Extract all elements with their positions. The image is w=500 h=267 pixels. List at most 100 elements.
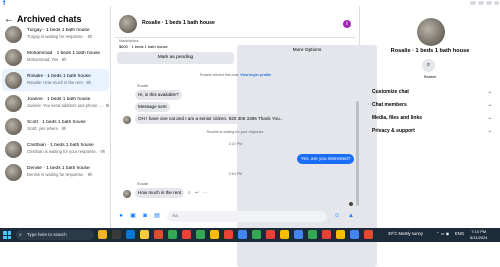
taskbar-app-icon[interactable] (364, 230, 373, 239)
row-label: Media, files and links (372, 115, 423, 121)
avatar (5, 140, 22, 158)
seen-indicator (349, 202, 353, 206)
chrome-icon[interactable] (266, 230, 275, 239)
customize-chat-row[interactable]: Customize chat ⌄ (372, 87, 492, 97)
avatar (5, 117, 22, 135)
clock-time: 7:10 PM (471, 229, 487, 234)
avatar (5, 94, 22, 112)
chrome-icon[interactable] (252, 230, 261, 239)
row-label: Customize chat (372, 89, 409, 95)
chrome-icon[interactable] (294, 230, 303, 239)
incoming-message: Hi, is this available? (135, 90, 182, 100)
clock-date: 8/11/2024 (470, 234, 488, 240)
gif-icon[interactable]: ▤ (153, 212, 161, 220)
started-note-text: Rosalie started this chat. (199, 73, 240, 77)
incoming-message: Message sent (135, 102, 170, 112)
taskbar-search-input[interactable]: ⌕ Type here to search (16, 230, 94, 240)
taskbar-app-icon[interactable] (154, 230, 163, 239)
chat-list-item[interactable]: Scott · 1 beds 1 bath house Scott: yes w… (2, 115, 109, 137)
chrome-icon[interactable] (168, 230, 177, 239)
chat-snippet: Mohammad: Yes · 8h (27, 57, 67, 62)
view-buyer-profile-link[interactable]: View buyer profile (240, 73, 271, 77)
timestamp: 2:54 PM (228, 172, 243, 176)
chrome-icon[interactable] (322, 230, 331, 239)
avatar (5, 48, 22, 66)
sender-name: Rosalie (137, 84, 149, 88)
chevron-down-icon: ⌄ (487, 89, 492, 95)
chat-list-item[interactable]: Joanne · 1 beds 1 bath house Joanne: You… (2, 92, 109, 114)
privacy-support-row[interactable]: Privacy & support ⌄ (372, 126, 492, 136)
chat-details-panel: Rosalie · 1 beds 1 bath house ⌕ Search C… (360, 6, 500, 228)
language-indicator[interactable]: ENG (455, 231, 464, 236)
more-icon[interactable]: ⋯ (203, 190, 208, 196)
like-icon[interactable]: ▲ (347, 212, 355, 220)
sticker-icon[interactable]: ◙ (141, 212, 149, 220)
details-name: Rosalie · 1 beds 1 bath house (390, 48, 470, 54)
chat-list-item[interactable]: Cristhian · 1 beds 1 bath house Cristhia… (2, 138, 109, 160)
mic-icon[interactable]: ● (117, 212, 125, 220)
outgoing-message: Yes, are you interested? (297, 154, 355, 164)
message-composer: ● ▣ ◙ ▤ Aa ☺ ▲ (115, 210, 359, 224)
avatar (123, 190, 131, 198)
search-label: Search (423, 74, 437, 79)
messenger-window: f ← Archived chats Turgay · 1 beds 1 bat… (0, 0, 500, 267)
chrome-icon[interactable] (224, 230, 233, 239)
avatar[interactable] (119, 15, 137, 33)
marketplace-item[interactable]: $600 · 1 beds 1 bath house (119, 44, 168, 49)
avatar (5, 25, 22, 43)
conversation-panel: Rosalie · 1 beds 1 bath house i Marketpl… (111, 6, 377, 267)
file-explorer-icon[interactable] (140, 230, 149, 239)
weather-widget[interactable]: 39°C Mostly sunny (388, 231, 423, 236)
search-icon: ⌕ (19, 232, 22, 238)
mark-as-pending-button[interactable]: Mark as pending (117, 52, 234, 64)
chat-snippet: Scott: yes where · 8h (27, 126, 67, 131)
search-icon[interactable]: ⌕ (422, 59, 435, 72)
messenger-icon[interactable] (478, 1, 484, 5)
notifications-icon[interactable] (486, 1, 492, 5)
account-icon[interactable] (494, 1, 499, 5)
chrome-icon[interactable] (308, 230, 317, 239)
menu-icon[interactable] (470, 1, 476, 5)
chrome-icon[interactable] (238, 230, 247, 239)
scrollbar[interactable] (356, 101, 359, 206)
chevron-down-icon: ⌄ (487, 102, 492, 108)
chrome-icon[interactable] (336, 230, 345, 239)
conversation-header: Rosalie · 1 beds 1 bath house i (115, 12, 355, 36)
avatar (5, 71, 22, 89)
edge-icon[interactable] (126, 230, 135, 239)
media-files-links-row[interactable]: Media, files and links ⌄ (372, 113, 492, 123)
message-input[interactable]: Aa (167, 211, 327, 222)
clock[interactable]: 7:10 PM 8/11/2024 (470, 229, 488, 240)
incoming-message: How much is the rent (135, 188, 185, 198)
avatar (5, 163, 22, 181)
chat-list-item[interactable]: Turgay · 1 beds 1 bath house Turgay is w… (2, 23, 109, 45)
chrome-icon[interactable] (350, 230, 359, 239)
chat-list-item[interactable]: Mohammad · 1 beds 1 bath house Mohammad:… (2, 46, 109, 68)
taskbar-app-icon[interactable] (98, 230, 107, 239)
system-tray-icon[interactable]: ⌃ ▭ ◉ (436, 231, 449, 236)
avatar (123, 116, 131, 124)
info-icon[interactable]: i (343, 20, 351, 28)
reply-icon[interactable]: ↩ (195, 190, 199, 196)
row-label: Privacy & support (372, 128, 415, 134)
chat-list-item-active[interactable]: Rosalie · 1 beds 1 bath house Rosalie: H… (2, 69, 109, 91)
image-icon[interactable]: ▣ (129, 212, 137, 220)
chrome-icon[interactable] (280, 230, 289, 239)
incoming-message: OH I have one cat and I am a senior citi… (135, 114, 286, 124)
chat-snippet: Joanne: You send address and phone ... ·… (27, 103, 109, 108)
row-label: Chat members (372, 102, 407, 108)
chat-snippet: Denise is waiting for response. · 9h (27, 172, 93, 177)
search-placeholder: Type here to search (27, 232, 67, 237)
conversation-title[interactable]: Rosalie · 1 beds 1 bath house (142, 20, 215, 26)
emoji-icon[interactable]: ☺ (333, 212, 341, 220)
windows-taskbar: ⌕ Type here to search 39°C Mostly sunny … (0, 228, 500, 242)
chrome-icon[interactable] (210, 230, 219, 239)
chrome-icon[interactable] (196, 230, 205, 239)
chat-members-row[interactable]: Chat members ⌄ (372, 100, 492, 110)
chrome-icon[interactable] (182, 230, 191, 239)
windows-start-icon[interactable] (3, 231, 11, 239)
avatar[interactable] (417, 18, 445, 46)
react-icon[interactable]: ☺ (187, 190, 192, 195)
chat-list-item[interactable]: Denise · 1 beds 1 bath house Denise is w… (2, 161, 109, 183)
task-view-icon[interactable] (112, 230, 121, 239)
